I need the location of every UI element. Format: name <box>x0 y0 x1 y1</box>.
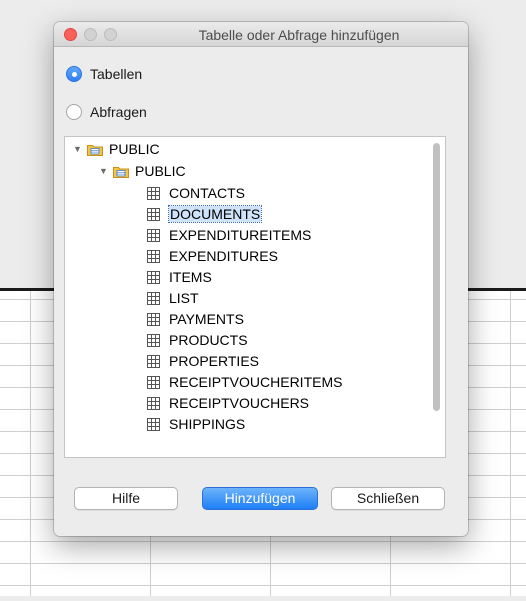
expand-triangle-icon[interactable]: ▼ <box>99 166 109 176</box>
table-icon <box>147 228 160 242</box>
table-label: SHIPPINGS <box>169 416 246 432</box>
table-icon <box>147 207 160 221</box>
radio-tables-label[interactable]: Tabellen <box>90 66 142 82</box>
table-label-selected: DOCUMENTS <box>167 205 263 223</box>
table-label: RECEIPTVOUCHERITEMS <box>169 374 343 390</box>
tree-item-table[interactable]: CONTACTS <box>147 183 245 203</box>
table-icon <box>147 186 160 200</box>
add-button[interactable]: Hinzufügen <box>202 487 318 510</box>
table-label: PROPERTIES <box>169 353 259 369</box>
app-bottom-strip <box>0 596 526 601</box>
radio-queries-icon[interactable] <box>66 104 82 120</box>
tree-item-table[interactable]: PAYMENTS <box>147 309 244 329</box>
close-button[interactable]: Schließen <box>331 487 445 510</box>
tree-item-table[interactable]: PRODUCTS <box>147 330 248 350</box>
table-label: EXPENDITURES <box>169 248 278 264</box>
table-icon <box>147 249 160 263</box>
tree-item-table[interactable]: RECEIPTVOUCHERITEMS <box>147 372 342 392</box>
table-icon <box>147 396 160 410</box>
tree-root-label: PUBLIC <box>109 141 160 157</box>
schema-folder-icon <box>113 166 129 178</box>
table-label: ITEMS <box>169 269 212 285</box>
tree-item-table-selected[interactable]: DOCUMENTS <box>147 204 263 224</box>
tree-schema-label: PUBLIC <box>135 163 186 179</box>
expand-triangle-icon[interactable]: ▼ <box>73 144 83 154</box>
table-label: RECEIPTVOUCHERS <box>169 395 310 411</box>
table-icon <box>147 333 160 347</box>
table-icon <box>147 291 160 305</box>
table-label: PRODUCTS <box>169 332 248 348</box>
radio-option-tables[interactable]: Tabellen <box>66 66 142 82</box>
tree-item-table[interactable]: ITEMS <box>147 267 212 287</box>
radio-queries-label[interactable]: Abfragen <box>90 104 147 120</box>
tree-item-schema[interactable]: ▼ PUBLIC <box>99 161 186 181</box>
radio-tables-selected-icon[interactable] <box>66 66 82 82</box>
tree-item-table[interactable]: EXPENDITUREITEMS <box>147 225 311 245</box>
radio-option-queries[interactable]: Abfragen <box>66 104 147 120</box>
add-table-dialog: Tabelle oder Abfrage hinzufügen Tabellen… <box>54 22 468 536</box>
dialog-titlebar: Tabelle oder Abfrage hinzufügen <box>54 22 468 47</box>
table-label: EXPENDITUREITEMS <box>169 227 312 243</box>
table-icon <box>147 354 160 368</box>
table-label: CONTACTS <box>169 185 245 201</box>
table-icon <box>147 375 160 389</box>
table-tree-list[interactable]: ▼ PUBLIC ▼ PUBLIC CONTACTS DOCUMENTS EXP… <box>64 136 446 458</box>
table-icon <box>147 417 160 431</box>
tree-item-table[interactable]: RECEIPTVOUCHERS <box>147 393 309 413</box>
table-label: LIST <box>169 290 199 306</box>
tree-item-table[interactable]: LIST <box>147 288 199 308</box>
help-button[interactable]: Hilfe <box>74 487 178 510</box>
tree-item-table[interactable]: PROPERTIES <box>147 351 259 371</box>
vertical-scrollbar-thumb[interactable] <box>433 143 440 411</box>
database-folder-icon <box>87 144 103 156</box>
tree-item-table[interactable]: SHIPPINGS <box>147 414 245 434</box>
tree-item-table[interactable]: EXPENDITURES <box>147 246 278 266</box>
table-label: PAYMENTS <box>169 311 244 327</box>
tree-item-root[interactable]: ▼ PUBLIC <box>73 139 160 159</box>
table-icon <box>147 312 160 326</box>
table-icon <box>147 270 160 284</box>
dialog-title: Tabelle oder Abfrage hinzufügen <box>198 27 400 43</box>
